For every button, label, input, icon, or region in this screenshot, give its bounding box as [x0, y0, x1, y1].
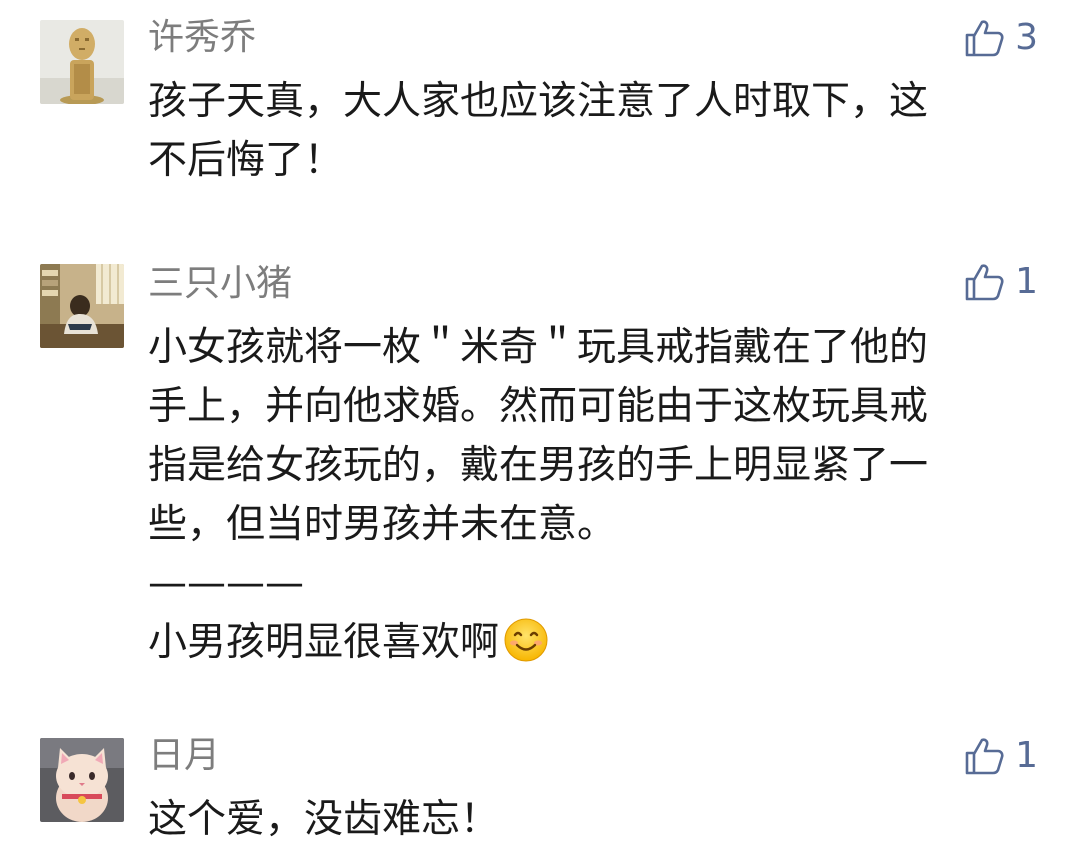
like-button[interactable]: 1 — [963, 260, 1038, 304]
avatar[interactable] — [40, 20, 124, 104]
comment-line: 些，但当时男孩并未在意。 — [148, 502, 617, 547]
like-button[interactable]: 3 — [963, 16, 1038, 60]
lucky-cat-avatar — [40, 738, 124, 822]
like-button[interactable]: 1 — [963, 734, 1038, 778]
avatar[interactable] — [40, 264, 124, 348]
person-room-avatar — [40, 264, 124, 348]
thumbs-up-icon — [965, 20, 1004, 57]
thumbs-up-icon — [965, 738, 1004, 775]
wooden-figure-avatar — [40, 20, 124, 104]
like-count: 1 — [1015, 261, 1038, 302]
comment-line: 孩子天真，大人家也应该注意了人时取下，这 — [148, 79, 929, 124]
comment-line-text: 小男孩明显很喜欢啊 — [148, 620, 500, 665]
avatar[interactable] — [40, 738, 124, 822]
comment-text: 小女孩就将一枚＂米奇＂玩具戒指戴在了他的 手上，并向他求婚。然而可能由于这枚玩具… — [148, 318, 1038, 672]
text-divider: ———— — [148, 561, 304, 606]
like-count: 1 — [1015, 735, 1038, 776]
comment-item: 三只小猪 1 小女孩就将一枚＂米奇＂玩具戒指戴在了他的 手上，并向他求婚。然而可… — [0, 240, 1080, 710]
nickname[interactable]: 许秀乔 — [148, 18, 256, 58]
comment-item: 许秀乔 3 孩子天真，大人家也应该注意了人时取下，这 不后悔了！ — [0, 0, 1080, 240]
nickname[interactable]: 三只小猪 — [148, 264, 292, 304]
comment-text: 这个爱，没齿难忘！ — [148, 790, 1038, 849]
comment-line: 这个爱，没齿难忘！ — [148, 797, 500, 842]
comment-line: 手上，并向他求婚。然而可能由于这枚玩具戒 — [148, 384, 929, 429]
thumbs-up-icon — [965, 264, 1004, 301]
like-count: 3 — [1015, 17, 1038, 58]
comment-item: 日月 1 这个爱，没齿难忘！ — [0, 710, 1080, 849]
comment-line: 不后悔了！ — [148, 138, 344, 183]
comment-line: 指是给女孩玩的，戴在男孩的手上明显紧了一 — [148, 443, 929, 488]
comment-text: 孩子天真，大人家也应该注意了人时取下，这 不后悔了！ — [148, 72, 1038, 190]
comment-line: 小女孩就将一枚＂米奇＂玩具戒指戴在了他的 — [148, 325, 929, 370]
smiling-face-emoji — [503, 617, 549, 663]
comment-line: 小男孩明显很喜欢啊 — [148, 613, 1038, 672]
nickname[interactable]: 日月 — [148, 736, 220, 776]
